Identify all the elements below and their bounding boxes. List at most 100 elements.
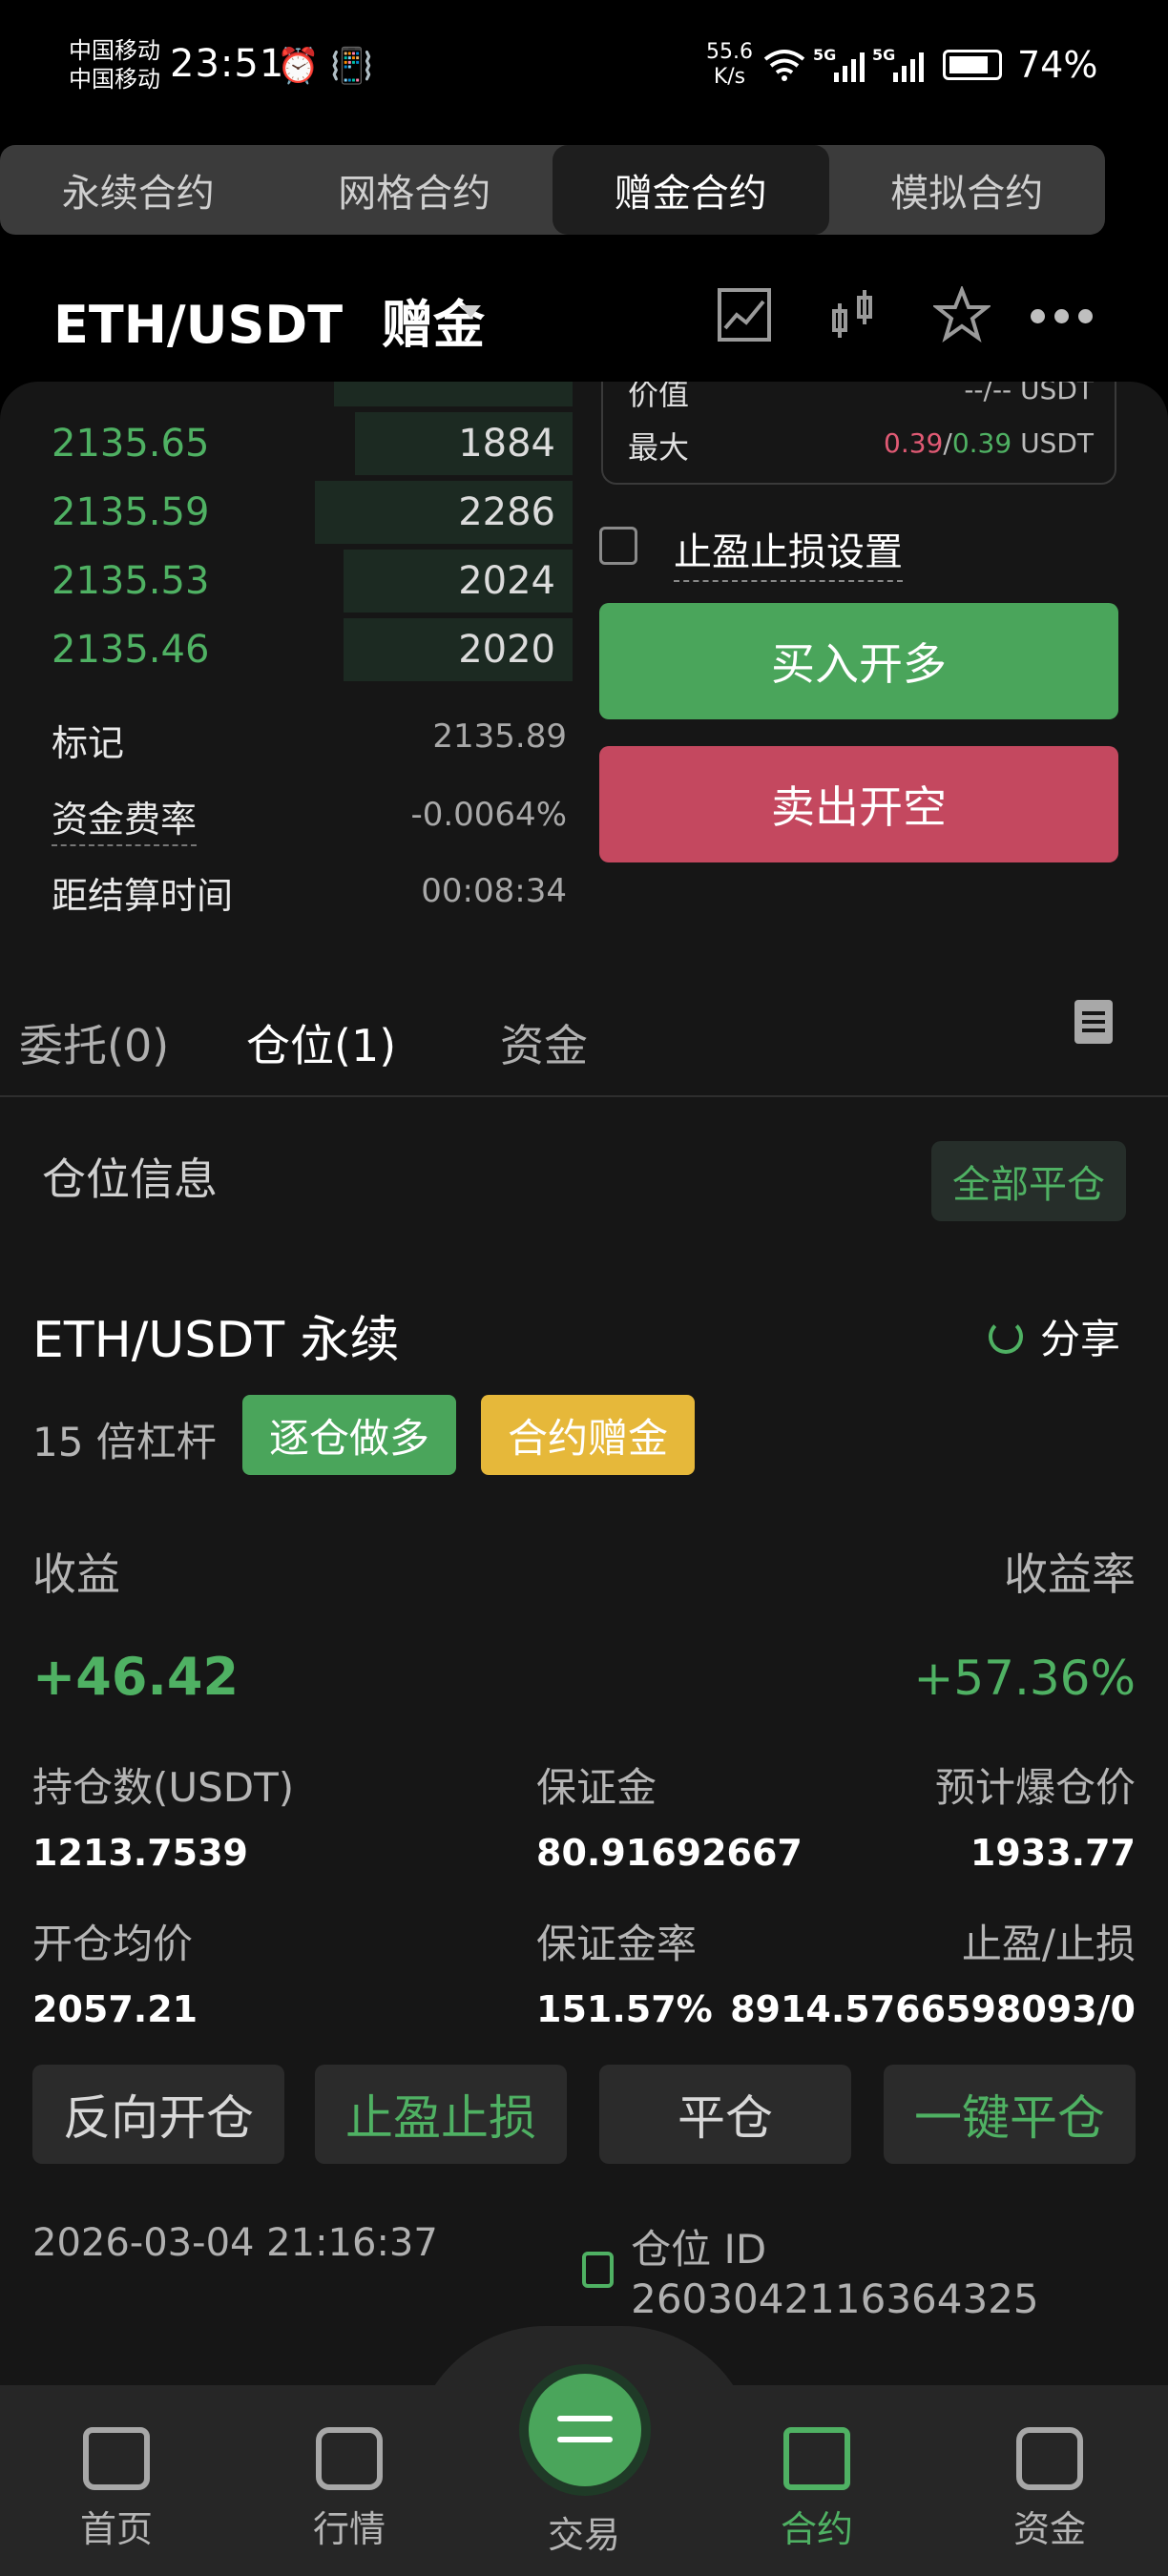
carrier-names: 中国移动 中国移动 (69, 36, 160, 93)
nav-market[interactable]: 行情 (273, 2427, 426, 2552)
trade-panel: 2135.65 1884 2135.59 2286 2135.53 2024 2135.46… (0, 382, 1168, 2576)
sell-short-button[interactable]: 卖出开空 (599, 746, 1118, 862)
wifi-icon (763, 50, 805, 81)
margin-value: 80.91692667 (536, 1832, 803, 1874)
clock: 23:51 (170, 42, 285, 86)
funding-rate-text: 资金费率 (52, 799, 198, 846)
share-label: 分享 (1040, 1316, 1121, 1362)
max-value-a: 0.39 (884, 427, 944, 459)
liq-price-value: 1933.77 (970, 1832, 1136, 1874)
net-speed-value: 55.6 (706, 40, 753, 64)
orderbook-row[interactable]: 2135.53 2024 (0, 546, 573, 614)
roe-label: 收益率 (1004, 1548, 1136, 1600)
nav-trade-label: 交易 (547, 2514, 620, 2556)
id-icon (582, 2252, 615, 2288)
battery-percent: 74% (1017, 44, 1098, 86)
bonus-badge: 合约赠金 (481, 1395, 695, 1475)
quick-close-button[interactable]: 一键平仓 (884, 2065, 1136, 2164)
signal-2-label: 5G (872, 46, 896, 64)
tab-positions[interactable]: 仓位(1) (246, 1011, 396, 1074)
funding-rate-label[interactable]: 资金费率 (52, 790, 198, 846)
carrier-1: 中国移动 (69, 37, 160, 64)
position-info-title: 仓位信息 (42, 1153, 218, 1205)
margin-ratio-value: 151.57% (536, 1988, 713, 2030)
buy-long-button[interactable]: 买入开多 (599, 603, 1118, 719)
status-bar: 中国移动 中国移动 23:51 ⏰ 📳 55.6 K/s 5G 5G 74% (0, 0, 1168, 138)
size-label: 持仓数(USDT) (32, 1764, 295, 1811)
market-icon (316, 2427, 383, 2490)
orderbook-row[interactable]: 2135.65 1884 (0, 408, 573, 477)
trade-nav-button[interactable] (529, 2374, 641, 2486)
share-button[interactable]: 分享 (989, 1307, 1120, 1365)
nav-assets[interactable]: 资金 (973, 2427, 1126, 2552)
orderbook-row[interactable]: 2135.46 2020 (0, 614, 573, 683)
max-label: 最大 (628, 429, 690, 466)
order-tabs: 委托(0) 仓位(1) 资金 (0, 973, 1168, 1097)
swap-arrow-top (557, 2416, 613, 2421)
nav-home-label: 首页 (79, 2508, 153, 2550)
tpsl-settings-label[interactable]: 止盈止损设置 (674, 521, 903, 582)
max-value: 0.39/0.39 USDT (884, 427, 1094, 459)
entry-price-label: 开仓均价 (32, 1921, 194, 1967)
signal-1-label: 5G (813, 46, 837, 64)
entry-price-value: 2057.21 (32, 1988, 198, 2030)
max-value-unit: USDT (1020, 427, 1094, 459)
orderbook-row[interactable]: 2135.59 2286 (0, 477, 573, 546)
settlement-time-label: 距结算时间 (52, 875, 234, 917)
position-pair: ETH/USDT 永续 (32, 1312, 400, 1369)
close-all-button[interactable]: 全部平仓 (931, 1141, 1126, 1221)
roe-value: +57.36% (913, 1651, 1136, 1706)
chart-icon[interactable] (716, 286, 773, 343)
settlement-time-value: 00:08:34 (421, 872, 567, 910)
tab-grid[interactable]: 网格合约 (277, 145, 553, 235)
funding-rate-value: -0.0064% (410, 796, 567, 834)
nav-market-label: 行情 (312, 2508, 386, 2550)
tab-funds[interactable]: 资金 (500, 1011, 588, 1074)
tab-bonus[interactable]: 赠金合约 (553, 145, 829, 235)
orderbook-qty: 2024 (458, 559, 555, 603)
tab-demo[interactable]: 模拟合约 (829, 145, 1106, 235)
liq-price-label: 预计爆仓价 (934, 1764, 1136, 1811)
signal-2-icon: 5G (872, 46, 924, 82)
alarm-vibrate-icons: ⏰ 📳 (277, 47, 374, 86)
document-icon[interactable] (1074, 1000, 1113, 1044)
contract-icon (783, 2427, 850, 2490)
star-icon[interactable] (933, 286, 991, 343)
max-value-sep: / (943, 427, 952, 459)
tpsl-checkbox[interactable] (599, 527, 637, 565)
margin-ratio-label: 保证金率 (536, 1921, 698, 1967)
net-speed-unit: K/s (713, 65, 746, 89)
pair-selector[interactable]: ETH/USDT 赠金 (53, 282, 485, 358)
tpsl-button[interactable]: 止盈止损 (315, 2065, 567, 2164)
status-right: 5G 5G 74% (763, 44, 1097, 86)
candlestick-icon[interactable] (824, 286, 882, 343)
orderbook-price: 2135.59 (52, 490, 210, 534)
orderbook-price: 2135.65 (52, 422, 210, 466)
more-icon[interactable] (1031, 309, 1093, 323)
orderbook-price: 2135.46 (52, 628, 210, 672)
orderbook-row-partial (0, 382, 573, 408)
mark-label: 标记 (52, 722, 125, 764)
reverse-open-button[interactable]: 反向开仓 (32, 2065, 284, 2164)
chevron-down-icon[interactable] (460, 305, 481, 318)
orderbook-price: 2135.53 (52, 559, 210, 603)
nav-contract[interactable]: 合约 (740, 2427, 893, 2552)
size-value: 1213.7539 (32, 1832, 248, 1874)
tab-orders[interactable]: 委托(0) (19, 1011, 169, 1074)
pair-name: ETH/USDT (53, 295, 344, 355)
wallet-icon (1016, 2427, 1083, 2490)
position-id[interactable]: 仓位 ID 2603042116364325 (582, 2217, 1168, 2322)
pnl-label: 收益 (32, 1548, 120, 1600)
close-position-button[interactable]: 平仓 (599, 2065, 851, 2164)
nav-contract-label: 合约 (780, 2508, 853, 2550)
tab-perpetual[interactable]: 永续合约 (0, 145, 277, 235)
orderbook-qty: 1884 (458, 422, 555, 466)
nav-assets-label: 资金 (1012, 2508, 1086, 2550)
share-icon (989, 1319, 1023, 1354)
order-value-box: 价值 --/-- USDT 最大 0.39/0.39 USDT (601, 382, 1116, 485)
signal-1-icon: 5G (813, 46, 865, 82)
nav-home[interactable]: 首页 (40, 2427, 193, 2552)
tpsl-value: 8914.5766598093/0 (730, 1988, 1136, 2030)
contract-type-tabs: 永续合约 网格合约 赠金合约 模拟合约 (0, 145, 1105, 235)
position-id-text: 仓位 ID 2603042116364325 (631, 2226, 1039, 2322)
